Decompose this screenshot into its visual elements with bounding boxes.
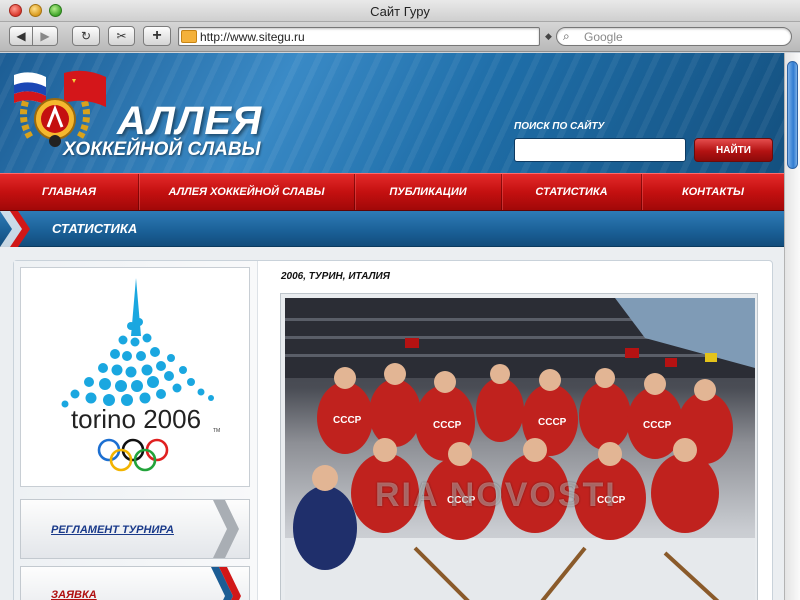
site-search-input[interactable]: [514, 138, 686, 162]
svg-text:СССР: СССР: [333, 415, 362, 426]
photo-watermark: RIA NOVOSTI: [375, 476, 617, 514]
page-icon: [181, 30, 197, 43]
site-header: АЛЛЕЯ ХОККЕЙНОЙ СЛАВЫ ПОИСК ПО САЙТУ НАЙ…: [0, 53, 784, 173]
browser-search-placeholder: Google: [584, 30, 623, 44]
chevron-right-icon: [213, 500, 239, 558]
reload-icon: ↻: [80, 29, 92, 43]
menu-link-tournament-rules[interactable]: РЕГЛАМЕНТ ТУРНИРА: [51, 524, 174, 536]
torino-logo-text: torino 2006: [71, 404, 201, 434]
menu-button-application[interactable]: ЗАЯВКА: [20, 566, 250, 600]
browser-toolbar: ◀ ▶ ↻ ✂ + http://www.sitegu.ru ◆ ⌕ Googl…: [0, 22, 800, 52]
chevron-right-icon: [0, 211, 30, 247]
address-bar[interactable]: http://www.sitegu.ru: [178, 27, 540, 46]
chevron-right-icon: [211, 567, 241, 600]
site-search-button[interactable]: НАЙТИ: [694, 138, 773, 162]
section-title: СТАТИСТИКА: [52, 221, 138, 236]
page-scrollbar[interactable]: [784, 53, 800, 600]
menu-link-application[interactable]: ЗАЯВКА: [51, 589, 97, 600]
scrollbar-thumb[interactable]: [787, 61, 798, 169]
section-header-bar: СТАТИСТИКА: [0, 211, 784, 247]
team-photo-frame: СССР СССР СССР СССР СССР СССР RIA NOVOSTI: [280, 293, 758, 600]
nav-item-statistics[interactable]: СТАТИСТИКА: [502, 174, 642, 210]
team-photo-image: СССР СССР СССР СССРСССР СССР: [285, 298, 755, 600]
reload-button[interactable]: ↻: [72, 26, 100, 46]
window-title: Сайт Гуру: [370, 4, 430, 19]
snapback-button[interactable]: ✂: [108, 26, 135, 46]
plus-icon: +: [152, 27, 162, 44]
forward-arrow-icon: ▶: [40, 29, 50, 43]
nav-item-hall-of-fame[interactable]: АЛЛЕЯ ХОККЕЙНОЙ СЛАВЫ: [139, 174, 355, 210]
flags-emblem-icon: [14, 70, 106, 147]
window-titlebar: Сайт Гуру: [0, 0, 800, 22]
url-text[interactable]: http://www.sitegu.ru: [200, 30, 305, 44]
olympic-rings-icon: [97, 438, 169, 472]
site-logo-title[interactable]: АЛЛЕЯ: [117, 99, 262, 144]
svg-text:СССР: СССР: [538, 417, 567, 428]
svg-text:СССР: СССР: [433, 420, 462, 431]
address-dropdown-icon[interactable]: ◆: [545, 31, 552, 42]
scissors-icon: ✂: [116, 29, 127, 43]
team-photo[interactable]: СССР СССР СССР СССР СССР СССР RIA NOVOSTI: [285, 298, 755, 600]
nav-item-home[interactable]: ГЛАВНАЯ: [0, 174, 139, 210]
forward-button[interactable]: ▶: [33, 26, 58, 46]
trademark-text: TM: [213, 428, 220, 434]
back-arrow-icon: ◀: [16, 29, 26, 43]
torino-2006-logo-icon: torino 2006 TM: [61, 278, 220, 472]
main-column: 2006, ТУРИН, ИТАЛИЯ СССР СССР СССР СССР …: [272, 261, 766, 600]
search-icon: ⌕: [563, 29, 570, 43]
browser-search-field[interactable]: ⌕ Google: [556, 27, 792, 46]
content-panel: torino 2006 TM РЕГЛАМЕНТ ТУРНИРА ЗАЯВКА …: [13, 260, 773, 600]
torino-logo-box: torino 2006 TM: [20, 267, 250, 487]
menu-button-tournament-rules[interactable]: РЕГЛАМЕНТ ТУРНИРА: [20, 499, 250, 559]
nav-item-contacts[interactable]: КОНТАКТЫ: [642, 174, 784, 210]
page-viewport: АЛЛЕЯ ХОККЕЙНОЙ СЛАВЫ ПОИСК ПО САЙТУ НАЙ…: [0, 53, 784, 600]
svg-text:СССР: СССР: [643, 420, 672, 431]
add-bookmark-button[interactable]: +: [143, 26, 171, 46]
left-sidebar: torino 2006 TM РЕГЛАМЕНТ ТУРНИРА ЗАЯВКА: [14, 261, 258, 600]
site-search-label: ПОИСК ПО САЙТУ: [514, 121, 605, 132]
main-nav: ГЛАВНАЯ АЛЛЕЯ ХОККЕЙНОЙ СЛАВЫ ПУБЛИКАЦИИ…: [0, 173, 784, 211]
photo-caption: 2006, ТУРИН, ИТАЛИЯ: [281, 271, 390, 282]
site-logo-subtitle: ХОККЕЙНОЙ СЛАВЫ: [63, 139, 261, 160]
back-button[interactable]: ◀: [9, 26, 33, 46]
nav-item-publications[interactable]: ПУБЛИКАЦИИ: [355, 174, 502, 210]
